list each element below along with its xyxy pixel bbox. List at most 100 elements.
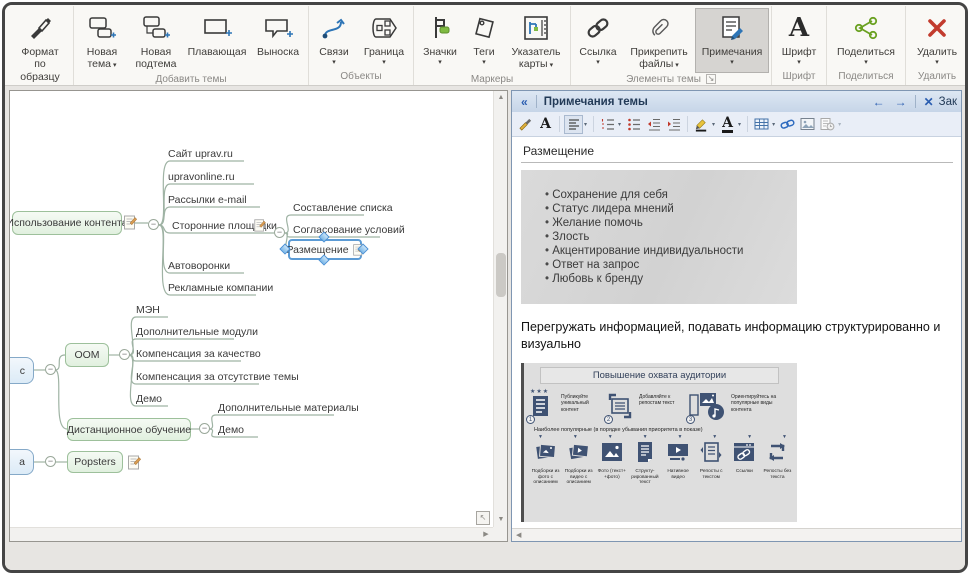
topic-popsters[interactable]: Popsters [67,451,123,473]
topic-upravonline[interactable]: upravonline.ru [168,171,235,183]
scroll-down-arrow[interactable]: ▼ [494,513,508,527]
topic-rassylki[interactable]: Рассылки e-mail [168,194,247,206]
floating-topic-icon [201,12,233,44]
share-icon [852,12,880,44]
insert-image-icon[interactable] [798,115,817,134]
tags-button[interactable]: Теги ▾ [464,8,504,73]
content-type-item: Репосты без текста [761,441,794,486]
scroll-right-arrow[interactable]: ▶ [479,528,493,542]
links-button[interactable]: Связи ▾ [311,8,357,70]
map-canvas-frame: Использование контента − Сайт uprav.ru u… [9,90,508,542]
topic-soglasovanie-uslovij[interactable]: Согласование условий [293,224,405,236]
floating-topic-button[interactable]: Плавающая [184,8,250,73]
ribbon-group-topic-elements: Ссылка ▾ Прикрепить файлы▾ Примечания ▾ [571,6,772,85]
format-painter-small-icon[interactable] [516,115,535,134]
font-dialog-icon[interactable]: A [536,115,555,134]
topic-dop-materialy[interactable]: Дополнительные материалы [218,402,359,414]
hyperlink-button[interactable]: Ссылка ▾ [573,8,623,73]
increase-indent-icon[interactable] [664,115,683,134]
note-title[interactable]: Размещение [521,142,953,162]
topic-sostavlenie-spiska[interactable]: Составление списка [293,202,393,214]
align-icon[interactable] [564,115,583,134]
font-button[interactable]: A Шрифт ▾ [774,8,824,70]
topic-oom[interactable]: ООМ [65,343,109,367]
close-panel-label[interactable]: Зак [939,96,957,108]
insert-table-icon[interactable] [752,115,771,134]
boundary-button[interactable]: Граница ▾ [357,8,411,70]
numbered-list-icon[interactable] [598,115,617,134]
branch-toggle[interactable]: − [119,349,130,360]
delete-button[interactable]: Удалить ▾ [908,8,966,70]
topic-avtovoronki[interactable]: Автоворонки [168,260,230,272]
decrease-indent-icon[interactable] [644,115,663,134]
branch-toggle[interactable]: − [45,364,56,375]
format-painter-button[interactable]: Формат по образцу [9,8,71,85]
scroll-up-arrow[interactable]: ▲ [494,91,508,105]
next-note-icon[interactable]: → [890,95,912,109]
note-icon[interactable] [124,214,137,235]
share-button[interactable]: Поделиться ▾ [829,8,903,70]
group-label-add-topics: Добавить темы [74,73,308,88]
map-canvas[interactable]: Использование контента − Сайт uprav.ru u… [10,91,493,527]
close-panel-icon[interactable]: ✕ [919,95,939,109]
group-label-font: Шрифт [772,70,826,85]
paperclip-icon [648,12,670,44]
topic-reklamnye-kompanii[interactable]: Рекламные компании [168,282,273,294]
insert-link-icon[interactable] [778,115,797,134]
font-color-icon[interactable]: A [718,115,737,134]
topic-demo-2[interactable]: Демо [218,424,244,436]
callout-button[interactable]: Выноска [250,8,306,73]
note-icon[interactable] [254,218,266,237]
notes-horizontal-scrollbar[interactable]: ◀ [512,528,961,541]
dialog-launcher-icon[interactable]: ↘ [706,74,716,84]
new-subtopic-icon [141,12,171,44]
new-subtopic-label: Новая подтема [134,46,178,71]
notes-label: Примечания [702,46,763,58]
map-vertical-scrollbar[interactable]: ▲ ▼ [493,91,507,527]
topic-main-partial-2[interactable]: а [10,449,34,475]
map-horizontal-scrollbar[interactable]: ▶ [10,527,493,541]
bullet-list-icon[interactable] [624,115,643,134]
attach-files-button[interactable]: Прикрепить файлы▾ [623,8,695,73]
notes-panel: « Примечания темы ← → ✕ Зак A ▾ [511,90,962,542]
topic-sait-uprav[interactable]: Сайт uprav.ru [168,148,233,160]
format-painter-icon [27,12,53,44]
scrollbar-corner [493,527,507,541]
badges-button[interactable]: Значки ▾ [416,8,464,73]
topic-ispolzovanie-kontenta[interactable]: Использование контента [12,211,122,235]
content-type-item: Фото (текст+ +фото) [595,441,628,486]
notes-button[interactable]: Примечания ▾ [695,8,769,73]
topic-komp-kachestvo[interactable]: Компенсация за качество [136,348,261,360]
topic-komp-otsutstvie[interactable]: Компенсация за отсутствие темы [136,371,299,383]
note-paragraph[interactable]: Перегружать информацией, подавать информ… [521,319,961,353]
topic-dop-moduli[interactable]: Дополнительные модули [136,326,258,338]
new-topic-button[interactable]: Новая тема▾ [76,8,128,73]
topic-men[interactable]: МЭН [136,304,160,316]
scroll-thumb[interactable] [496,253,506,297]
note-icon[interactable] [128,454,141,475]
branch-toggle[interactable]: − [148,219,159,230]
collapse-panel-icon[interactable]: « [516,95,533,109]
timestamp-icon[interactable] [818,115,837,134]
branch-toggle[interactable]: − [45,456,56,467]
scroll-left-arrow[interactable]: ◀ [512,531,521,539]
step-text: Добавляйте к репостам текст [639,388,679,407]
branch-toggle[interactable]: − [274,227,285,238]
map-index-button[interactable]: Указатель карты▾ [504,8,568,73]
highlight-color-icon[interactable] [692,115,711,134]
notes-icon [719,12,745,44]
note-editor[interactable]: Размещение Сохранение для себя Статус ли… [512,137,961,528]
fit-map-button[interactable]: ↖ [476,511,490,525]
delete-icon [924,12,950,44]
note-image-bullets: Сохранение для себя Статус лидера мнений… [521,170,797,304]
topic-demo-1[interactable]: Демо [136,393,162,405]
branch-toggle[interactable]: − [199,423,210,434]
new-subtopic-button[interactable]: Новая подтема [128,8,184,73]
ranking-label: Наиболее популярные (в порядке убывания … [534,427,797,433]
note-image-infographic: Повышение охвата аудитории ★★★ 1 Публику… [521,363,797,522]
topic-distancionnoe-obuchenie[interactable]: Дистанционное обучение [67,418,191,441]
boundary-icon [369,12,399,44]
group-label-topic-elements: Элементы темы ↘ [571,73,771,88]
previous-note-icon[interactable]: ← [868,95,890,109]
topic-main-partial-1[interactable]: с [10,357,34,384]
